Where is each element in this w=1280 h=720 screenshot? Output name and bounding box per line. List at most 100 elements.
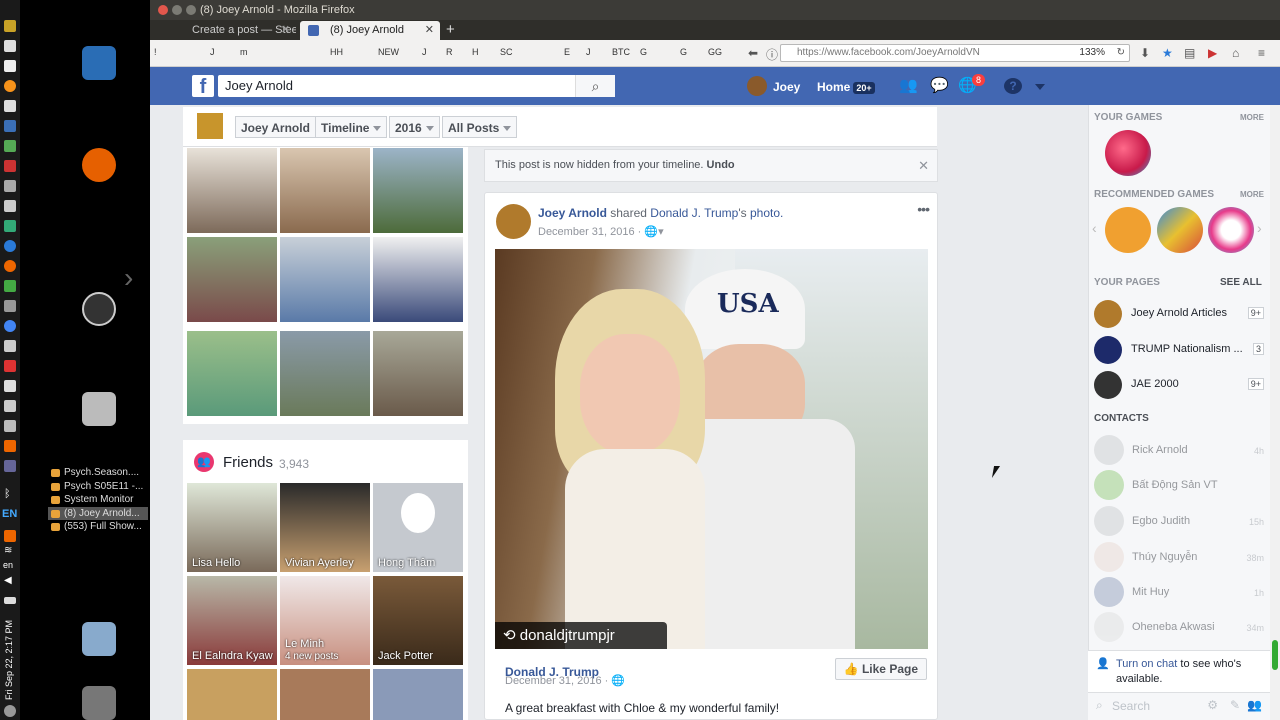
messenger-icon[interactable]: 💬 [930, 78, 949, 94]
bookmark[interactable]: BTC [612, 47, 630, 57]
chevron-right-icon[interactable]: › [1257, 220, 1262, 236]
volume-icon[interactable]: ◀ [4, 575, 16, 587]
facebook-logo[interactable]: f [192, 75, 214, 98]
bookmark[interactable]: J [586, 47, 591, 57]
bluetooth-icon[interactable]: ᛒ [4, 488, 16, 500]
bookmark-star-icon[interactable]: ★ [1162, 46, 1173, 60]
search-icon[interactable]: ⌕ [575, 75, 615, 97]
friend-tile[interactable]: Jack Potter [373, 576, 463, 665]
profile-name-link[interactable]: Joey Arnold [235, 116, 316, 138]
chevron-left-icon[interactable]: ‹ [1092, 220, 1097, 236]
bookmark[interactable]: G [680, 47, 687, 57]
ubuntu-icon[interactable] [4, 260, 16, 272]
page-item[interactable]: Joey Arnold Articles 9+ [1094, 300, 1264, 328]
bookmark[interactable]: G [640, 47, 647, 57]
maximize-button[interactable] [186, 5, 196, 15]
zoom-level[interactable]: 133% [1079, 45, 1105, 61]
close-window-button[interactable] [158, 5, 168, 15]
contact-item[interactable]: Rick Arnold 4h [1094, 435, 1264, 465]
bookmark[interactable]: GG [708, 47, 722, 57]
app-icon[interactable] [4, 240, 16, 252]
photo-link[interactable]: photo. [750, 206, 783, 220]
app-icon[interactable] [4, 340, 16, 352]
bookmark[interactable]: HH [330, 47, 343, 57]
app-icon[interactable] [4, 160, 16, 172]
contact-item[interactable]: Thúy Nguyễn 38m [1094, 542, 1264, 572]
friend-tile[interactable] [280, 669, 370, 720]
files-icon[interactable] [82, 392, 116, 426]
app-icon[interactable] [4, 200, 16, 212]
privacy-icon[interactable]: 🌐▾ [644, 226, 663, 238]
contact-item[interactable]: Egbo Judith 15h [1094, 506, 1264, 536]
language-indicator[interactable]: EN [2, 508, 17, 520]
game-icon[interactable] [1208, 207, 1254, 253]
scrollbar[interactable] [1270, 105, 1280, 720]
friends-title[interactable]: Friends [223, 454, 273, 471]
chat-search-input[interactable]: ⌕ Search ⚙ ✎ 👥 [1088, 692, 1270, 720]
avatar[interactable] [747, 76, 767, 96]
year-dropdown[interactable]: 2016 [389, 116, 440, 138]
candy-crush-game-icon[interactable] [1105, 130, 1151, 176]
page-item[interactable]: TRUMP Nationalism ... 3 [1094, 336, 1264, 364]
friend-tile[interactable]: Lisa Hello [187, 483, 277, 572]
friend-tile[interactable] [373, 669, 463, 720]
minimize-button[interactable] [172, 5, 182, 15]
post-author-avatar[interactable] [496, 204, 531, 239]
bookmark[interactable]: ! [154, 47, 157, 57]
trash-icon[interactable] [82, 686, 116, 720]
app-icon[interactable] [4, 180, 16, 192]
close-icon[interactable]: ✕ [425, 21, 434, 40]
compose-icon[interactable]: ✎ [1230, 698, 1240, 712]
game-icon[interactable] [1157, 207, 1203, 253]
user-icon[interactable] [82, 622, 116, 656]
turn-on-chat-link[interactable]: Turn on chat [1116, 658, 1177, 670]
bookmark[interactable]: SC [500, 47, 513, 57]
contact-item[interactable]: Mit Huy 1h [1094, 577, 1264, 607]
keyboard-layout[interactable]: en [3, 560, 13, 570]
app-icon[interactable] [4, 380, 16, 392]
post-options-icon[interactable]: ••• [917, 201, 930, 217]
app-icon[interactable] [4, 40, 16, 52]
bookmark[interactable]: m [240, 47, 248, 57]
page-item[interactable]: JAE 2000 9+ [1094, 371, 1264, 399]
friend-tile[interactable]: Le Minh 4 new posts [280, 576, 370, 665]
friend-tile[interactable]: El Ealndra Kyaw [187, 576, 277, 665]
contact-item[interactable]: Oheneba Akwasi 34m [1094, 612, 1264, 642]
posts-filter-dropdown[interactable]: All Posts [442, 116, 518, 138]
new-tab-button[interactable]: + [446, 20, 455, 40]
rec-games-more-link[interactable]: MORE [1240, 190, 1264, 199]
account-menu-icon[interactable] [1035, 84, 1045, 90]
bookmark[interactable]: J [422, 47, 427, 57]
timeline-dropdown[interactable]: Timeline [315, 116, 388, 138]
friend-requests-icon[interactable]: 👥 [899, 78, 918, 94]
bookmark[interactable]: NEW [378, 47, 399, 57]
photo-thumbnail[interactable] [280, 237, 370, 322]
download-icon[interactable]: ⬇ [1140, 46, 1150, 60]
add-friend-icon[interactable]: 👥 [1247, 698, 1262, 712]
photo-thumbnail[interactable] [187, 237, 277, 322]
power-icon[interactable] [4, 705, 16, 717]
app-icon[interactable] [4, 360, 16, 372]
bookmark[interactable]: E [564, 47, 570, 57]
close-icon[interactable]: ✕ [918, 150, 929, 181]
app-icon[interactable] [4, 300, 16, 312]
url-bar[interactable]: https://www.facebook.com/JoeyArnoldVN 13… [780, 44, 1130, 62]
photo-thumbnail[interactable] [373, 237, 463, 322]
document-icon[interactable] [82, 46, 116, 80]
like-page-button[interactable]: 👍 Like Page [834, 658, 927, 680]
app-icon[interactable] [4, 530, 16, 542]
close-icon[interactable]: ✕ [281, 21, 290, 40]
library-icon[interactable]: ▤ [1184, 46, 1195, 60]
app-icon[interactable] [4, 400, 16, 412]
window-list-item[interactable]: Psych.Season.... [48, 466, 148, 480]
app-icon[interactable] [4, 140, 16, 152]
wifi-icon[interactable]: ≋ [4, 545, 16, 557]
ubuntu-icon[interactable] [82, 292, 116, 326]
info-icon[interactable]: ⓘ [766, 46, 778, 63]
calendar-icon[interactable] [4, 120, 16, 132]
nav-profile-link[interactable]: Joey [773, 80, 800, 94]
photo-thumbnail[interactable] [187, 148, 277, 233]
bookmark[interactable]: J [210, 47, 215, 57]
see-all-link[interactable]: SEE ALL [1220, 277, 1262, 288]
friend-tile[interactable]: Hong Thâm [373, 483, 463, 572]
